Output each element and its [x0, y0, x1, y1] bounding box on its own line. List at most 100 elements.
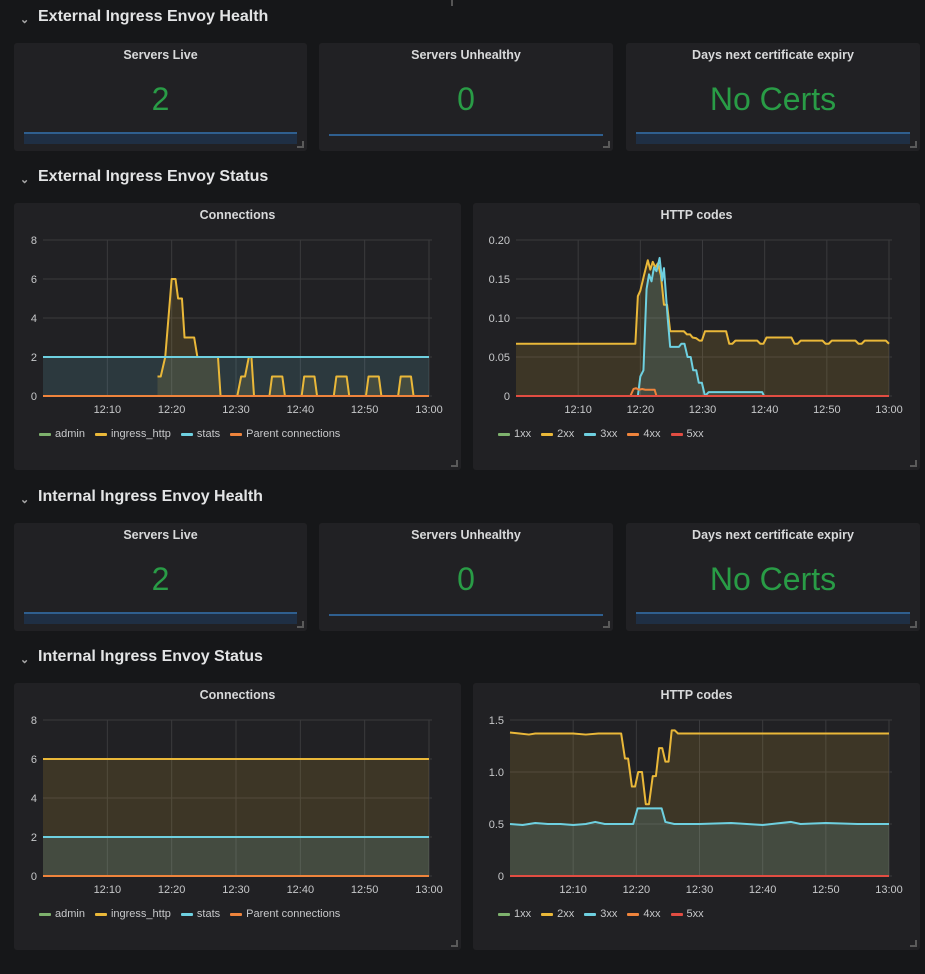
y-tick-label: 0 — [504, 391, 510, 403]
x-tick-label: 12:10 — [94, 404, 122, 416]
legend-label: 3xx — [600, 908, 618, 920]
resize-handle[interactable] — [910, 141, 917, 148]
legend-item[interactable]: 2xx — [541, 428, 574, 440]
resize-handle[interactable] — [451, 460, 458, 467]
chevron-down-icon: ⌄ — [20, 13, 30, 26]
x-tick-label: 12:30 — [686, 884, 714, 896]
resize-handle[interactable] — [603, 621, 610, 628]
resize-handle[interactable] — [297, 621, 304, 628]
sparkline — [329, 134, 603, 136]
y-tick-label: 0.20 — [489, 235, 510, 247]
row-internal-health[interactable]: ⌄ Internal Ingress Envoy Health — [20, 485, 263, 509]
x-tick-label: 12:30 — [689, 404, 717, 416]
stat-panel-servers-live: Servers Live 2 — [14, 43, 307, 151]
stat-value: 0 — [457, 81, 475, 117]
legend-label: 1xx — [514, 428, 532, 440]
legend-swatch — [230, 432, 243, 436]
resize-handle[interactable] — [910, 940, 917, 947]
stat-panel-servers-live: Servers Live 2 — [14, 523, 307, 631]
row-external-health[interactable]: ⌄ External Ingress Envoy Health — [20, 5, 268, 29]
sparkline — [329, 614, 603, 616]
x-tick-label: 12:20 — [627, 404, 655, 416]
graph-panel-ext-connections: Connections 0 2 4 6 8 12:10 12:20 12:30 12:40 12:… — [14, 203, 461, 470]
chart-legend: admin ingress_http stats Parent connections — [39, 428, 340, 440]
legend-item[interactable]: 4xx — [627, 428, 661, 440]
y-tick-label: 0.10 — [489, 313, 510, 325]
graph-panel-int-http-codes: HTTP codes 0 0.5 1.0 1.5 12:10 12:20 12:30 12:4… — [473, 683, 920, 950]
stat-panel-cert-expiry: Days next certificate expiry No Certs — [626, 523, 920, 631]
resize-handle[interactable] — [603, 141, 610, 148]
legend-label: 2xx — [557, 428, 575, 440]
sparkline — [24, 132, 297, 144]
resize-handle[interactable] — [910, 621, 917, 628]
legend-item[interactable]: 2xx — [541, 908, 574, 920]
legend-item[interactable]: 1xx — [498, 428, 531, 440]
chart-legend: admin ingress_http stats Parent connections — [39, 908, 340, 920]
legend-item[interactable]: ingress_http — [94, 428, 171, 440]
sparkline — [24, 612, 297, 624]
legend-label: ingress_http — [110, 428, 171, 440]
legend-item[interactable]: 5xx — [670, 908, 704, 920]
panel-title[interactable]: Days next certificate expiry — [626, 528, 920, 542]
legend-swatch — [498, 432, 510, 436]
y-tick-label: 8 — [31, 235, 37, 247]
legend-swatch — [180, 432, 193, 436]
legend-item[interactable]: stats — [180, 908, 220, 920]
row-internal-status[interactable]: ⌄ Internal Ingress Envoy Status — [20, 645, 263, 669]
legend-item[interactable]: ingress_http — [94, 908, 171, 920]
resize-handle[interactable] — [451, 940, 458, 947]
legend-item[interactable]: 3xx — [584, 428, 617, 440]
y-tick-label: 2 — [31, 352, 37, 364]
y-tick-label: 1.0 — [489, 767, 504, 779]
chart-legend: 1xx 2xx 3xx 4xx 5xx — [498, 428, 704, 440]
y-tick-label: 0 — [31, 871, 37, 883]
add-panel-icon[interactable] — [443, 0, 461, 6]
legend-item[interactable]: 3xx — [584, 908, 617, 920]
panel-title[interactable]: Days next certificate expiry — [626, 48, 920, 62]
row-external-status[interactable]: ⌄ External Ingress Envoy Status — [20, 165, 268, 189]
panel-title[interactable]: Servers Unhealthy — [319, 48, 613, 62]
legend-item[interactable]: 4xx — [627, 908, 661, 920]
x-tick-label: 13:00 — [875, 404, 903, 416]
stat-panel-cert-expiry: Days next certificate expiry No Certs — [626, 43, 920, 151]
stat-value: 2 — [151, 561, 170, 597]
graph-panel-ext-http-codes: HTTP codes 0 0.05 0.10 0.15 0.20 12:10 12:20 12… — [473, 203, 920, 470]
x-tick-label: 12:50 — [813, 404, 841, 416]
panel-title[interactable]: Servers Live — [14, 48, 307, 62]
legend-item[interactable]: Parent connections — [230, 908, 340, 920]
x-tick-label: 12:10 — [564, 404, 592, 416]
legend-swatch — [584, 432, 597, 436]
x-tick-label: 12:50 — [812, 884, 840, 896]
legend-label: admin — [55, 908, 85, 920]
chevron-down-icon: ⌄ — [20, 173, 30, 186]
row-title: Internal Ingress Envoy Health — [38, 488, 263, 505]
stat-value: No Certs — [709, 81, 837, 117]
stat-value: 2 — [151, 81, 170, 117]
legend-swatch — [498, 912, 510, 916]
legend-swatch — [670, 912, 683, 916]
legend-item[interactable]: 1xx — [498, 908, 531, 920]
http-codes-chart: 0 0.05 0.10 0.15 0.20 12:10 12:20 12:30 12:40 12:… — [489, 235, 903, 416]
legend-item[interactable]: Parent connections — [230, 428, 340, 440]
legend-swatch — [94, 432, 107, 436]
legend-item[interactable]: stats — [180, 428, 220, 440]
sparkline — [636, 132, 910, 144]
legend-item[interactable]: admin — [39, 428, 85, 440]
panel-title[interactable]: Servers Unhealthy — [319, 528, 613, 542]
legend-swatch — [541, 432, 554, 436]
legend-item[interactable]: 5xx — [670, 428, 704, 440]
x-tick-label: 12:30 — [222, 884, 250, 896]
x-tick-label: 12:50 — [351, 404, 379, 416]
series-fill-stats — [43, 837, 429, 876]
panel-title[interactable]: Servers Live — [14, 528, 307, 542]
x-tick-label: 13:00 — [875, 884, 903, 896]
resize-handle[interactable] — [297, 141, 304, 148]
legend-item[interactable]: admin — [39, 908, 85, 920]
legend-swatch — [39, 432, 51, 436]
resize-handle[interactable] — [910, 460, 917, 467]
x-tick-label: 13:00 — [415, 404, 443, 416]
y-tick-label: 6 — [31, 754, 37, 766]
connections-chart: 0 2 4 6 8 12:10 12:20 12:30 12:40 12:50 13:00 — [31, 235, 443, 416]
legend-swatch — [627, 912, 640, 916]
row-title: Internal Ingress Envoy Status — [38, 648, 263, 665]
